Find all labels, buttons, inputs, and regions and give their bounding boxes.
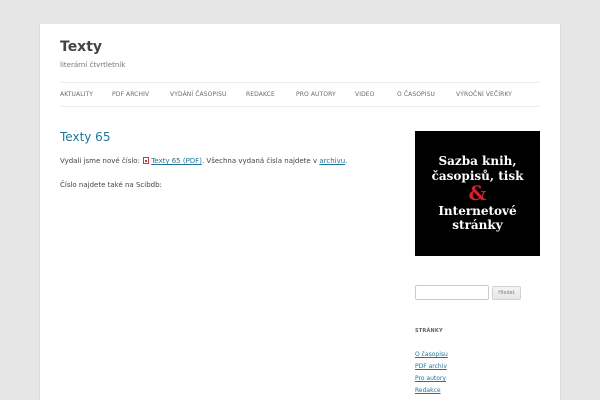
nav-item-pdf-archiv[interactable]: PDF ARCHIV xyxy=(112,91,149,98)
pdf-file-icon xyxy=(143,157,150,164)
search-input[interactable] xyxy=(415,285,489,300)
ad-line: Internetové xyxy=(438,204,517,218)
pdf-link[interactable]: Texty 65 (PDF) xyxy=(151,157,202,165)
widget-link-pro-autory[interactable]: Pro autory xyxy=(415,375,446,382)
widget-link-pdf-archiv[interactable]: PDF archiv xyxy=(415,363,447,370)
post-title[interactable]: Texty 65 xyxy=(60,130,110,144)
nav-item-pro-autory[interactable]: PRO AUTORY xyxy=(296,91,336,98)
widget-link-redakce[interactable]: Redakce xyxy=(415,387,441,394)
ad-ampersand: & xyxy=(468,181,487,205)
nav-item-video[interactable]: VIDEO xyxy=(355,91,375,98)
post-paragraph-2: Číslo najdete také na Scibdb: xyxy=(60,181,162,189)
page-container: Texty literární čtvrtletník AKTUALITY PD… xyxy=(40,24,560,400)
main-navigation: AKTUALITY PDF ARCHIV VYDÁNÍ ČASOPISU RED… xyxy=(60,82,540,107)
site-title[interactable]: Texty xyxy=(60,39,102,55)
nav-item-o-casopisu[interactable]: O ČASOPISU xyxy=(397,91,435,98)
search-button[interactable]: Hledat xyxy=(492,286,521,300)
site-description: literární čtvrtletník xyxy=(60,61,126,69)
ad-line: Sazba knih, xyxy=(438,154,517,169)
advertisement-banner[interactable]: Sazba knih, časopisů, tisk & Internetové… xyxy=(415,131,540,256)
widget-link-o-casopisu[interactable]: O časopisu xyxy=(415,351,448,358)
nav-item-vydani-casopisu[interactable]: VYDÁNÍ ČASOPISU xyxy=(170,91,226,98)
post-text: Vydali jsme nové číslo: xyxy=(60,157,143,165)
nav-item-aktuality[interactable]: AKTUALITY xyxy=(60,91,93,98)
post-paragraph-1: Vydali jsme nové číslo: Texty 65 (PDF). … xyxy=(60,157,347,165)
nav-item-vyrocni-vecirky[interactable]: VÝROČNÍ VEČÍRKY xyxy=(456,91,512,98)
nav-item-redakce[interactable]: REDAKCE xyxy=(246,91,275,98)
archive-link[interactable]: archivu xyxy=(319,157,345,165)
post-text: . xyxy=(345,157,348,165)
post-text: . Všechna vydaná čísla najdete v xyxy=(201,157,320,165)
widget-title: STRÁNKY xyxy=(415,328,443,334)
ad-line: stránky xyxy=(452,218,503,233)
